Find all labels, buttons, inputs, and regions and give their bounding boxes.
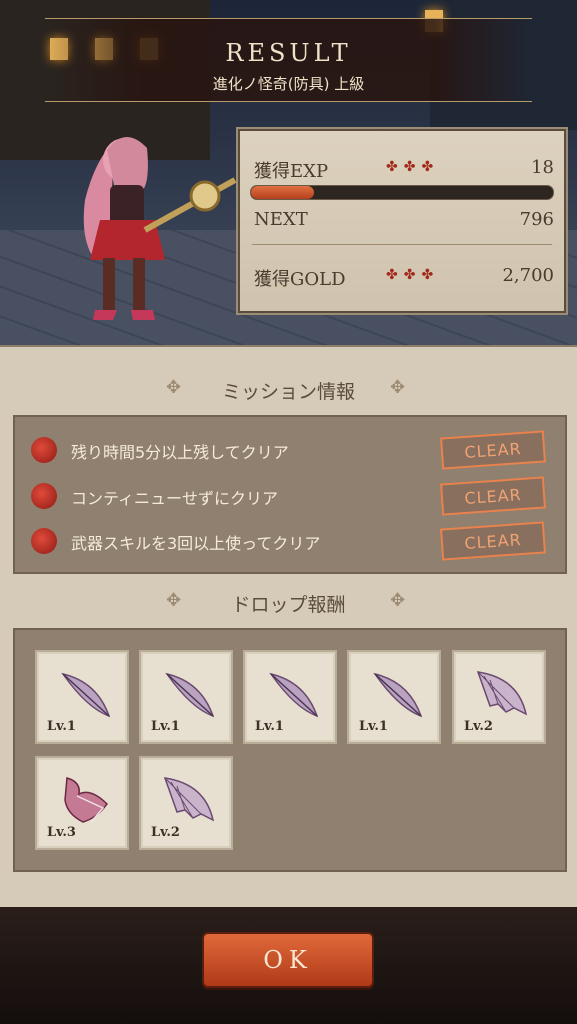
- drop-section-title: ✥ ドロップ報酬 ✥: [0, 590, 577, 617]
- next-label: NEXT: [254, 209, 308, 230]
- exp-value: 18: [531, 157, 554, 178]
- gold-label: 獲得GOLD: [254, 269, 346, 290]
- exp-progress-bar: [250, 185, 554, 200]
- ornament-icon: ✥: [166, 377, 182, 398]
- exp-label: 獲得EXP: [254, 161, 329, 182]
- mission-title-text: ミッション情報: [221, 381, 355, 403]
- wing-icon: [163, 777, 215, 822]
- item-level: Lv.1: [47, 719, 76, 734]
- clear-stamp: CLEAR: [440, 476, 546, 516]
- mission-item: 武器スキルを3回以上使ってクリア CLEAR: [15, 518, 565, 564]
- ornament-icon: ✥: [166, 590, 182, 611]
- drop-item[interactable]: Lv.1: [139, 650, 233, 744]
- mission-item: 残り時間5分以上残してクリア CLEAR: [15, 427, 565, 473]
- drop-item[interactable]: Lv.2: [139, 756, 233, 850]
- ornament-icon: ✥: [390, 590, 406, 611]
- clear-stamp: CLEAR: [440, 521, 546, 561]
- mission-text: 武器スキルを3回以上使ってクリア: [71, 534, 321, 553]
- drop-item[interactable]: Lv.1: [35, 650, 129, 744]
- drop-item[interactable]: Lv.2: [452, 650, 546, 744]
- mission-item: コンティニューせずにクリア CLEAR: [15, 473, 565, 519]
- rose-icon: [31, 437, 57, 463]
- item-level: Lv.1: [255, 719, 284, 734]
- rose-icon: [31, 483, 57, 509]
- feather-icon: [269, 672, 319, 718]
- wing-icon: [476, 671, 528, 716]
- drop-item[interactable]: Lv.1: [243, 650, 337, 744]
- winged-creature-icon: [64, 777, 108, 823]
- rating-stars: ✤✤✤: [386, 267, 440, 283]
- ok-button[interactable]: OK: [202, 932, 374, 988]
- drop-item[interactable]: Lv.3: [35, 756, 129, 850]
- gold-value: 2,700: [502, 265, 554, 286]
- next-value: 796: [519, 209, 554, 230]
- item-level: Lv.2: [464, 719, 493, 734]
- mission-list: 残り時間5分以上残してクリア CLEAR コンティニューせずにクリア CLEAR…: [13, 415, 567, 574]
- feather-icon: [373, 672, 423, 718]
- reward-stats-panel: 獲得EXP ✤✤✤ 18 NEXT 796 獲得GOLD ✤✤✤ 2,700: [236, 127, 568, 315]
- ornament-icon: ✥: [390, 377, 406, 398]
- exp-progress-fill: [251, 186, 315, 199]
- item-level: Lv.3: [47, 825, 76, 840]
- mission-text: 残り時間5分以上残してクリア: [71, 443, 289, 462]
- feather-icon: [61, 672, 111, 718]
- mission-section-title: ✥ ミッション情報 ✥: [0, 377, 577, 404]
- stage-name: 進化ノ怪奇(防具) 上級: [212, 75, 365, 93]
- item-level: Lv.1: [151, 719, 180, 734]
- mission-text: コンティニューせずにクリア: [71, 489, 279, 508]
- drop-title-text: ドロップ報酬: [231, 594, 346, 616]
- result-header: RESULT 進化ノ怪奇(防具) 上級: [45, 18, 532, 102]
- item-level: Lv.2: [151, 825, 180, 840]
- clear-stamp: CLEAR: [440, 430, 546, 470]
- result-title: RESULT: [225, 39, 352, 67]
- character-sprite: [83, 136, 237, 320]
- divider: [252, 244, 552, 245]
- feather-icon: [165, 672, 215, 718]
- item-level: Lv.1: [359, 719, 388, 734]
- rose-icon: [31, 528, 57, 554]
- rating-stars: ✤✤✤: [386, 159, 440, 175]
- drop-item[interactable]: Lv.1: [347, 650, 441, 744]
